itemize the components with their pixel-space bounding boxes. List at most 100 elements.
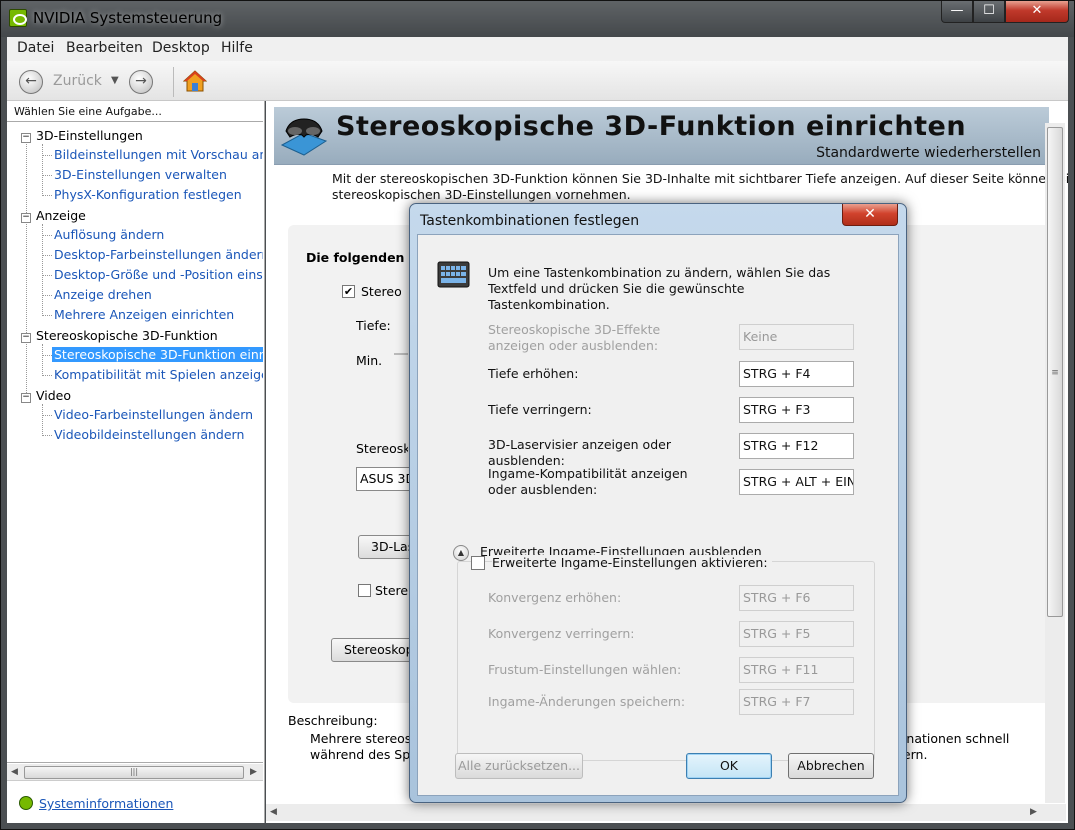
tree-category-display[interactable]: − Anzeige	[21, 208, 86, 223]
title-bar[interactable]: NVIDIA Systemsteuerung — ☐ ✕	[1, 1, 1074, 37]
tree-item-video-color[interactable]: Video-Farbeinstellungen ändern	[54, 407, 253, 422]
reset-all-button[interactable]: Alle zurücksetzen...	[455, 753, 583, 779]
hotkey-field-frustum: STRG + F11	[739, 657, 854, 683]
keyboard-icon	[437, 261, 470, 288]
content-vertical-scrollbar[interactable]: ≡	[1045, 123, 1065, 803]
enable-stereo-label: Stereosko	[361, 284, 401, 299]
hotkey-field-depth-increase[interactable]: STRG + F4	[739, 361, 854, 387]
page-title: Stereoskopische 3D-Funktion einrichten	[336, 111, 967, 142]
advanced-settings-checkbox-label[interactable]: Erweiterte Ingame-Einstellungen aktivier…	[492, 555, 772, 570]
hotkey-label-frustum: Frustum-Einstellungen wählen:	[488, 662, 682, 677]
secondary-checkbox[interactable]	[358, 584, 371, 597]
scroll-thumb[interactable]: |||	[24, 766, 244, 779]
scroll-left-icon[interactable]: ◀	[270, 807, 277, 817]
minimize-button[interactable]: —	[941, 1, 973, 23]
scroll-left-icon[interactable]: ◀	[11, 767, 18, 777]
hotkey-field-depth-decrease[interactable]: STRG + F3	[739, 397, 854, 423]
tree-item-desktop-color[interactable]: Desktop-Farbeinstellungen ändern	[54, 247, 263, 262]
task-panel: Wählen Sie eine Aufgabe... −3D-Einstellu…	[7, 101, 265, 823]
maximize-button[interactable]: ☐	[973, 1, 1005, 23]
dialog-intro-text: Um eine Tastenkombination zu ändern, wäh…	[488, 265, 831, 312]
collapse-icon[interactable]: −	[21, 213, 31, 223]
dialog-title: Tastenkombinationen festlegen	[420, 213, 640, 229]
stereo-action-button[interactable]: Stereoskop	[331, 638, 413, 662]
page-intro: Mit der stereoskopischen 3D-Funktion kön…	[332, 171, 1068, 202]
scroll-thumb[interactable]: ≡	[1047, 127, 1063, 617]
tree-category-3d-settings[interactable]: −3D-Einstellungen	[21, 128, 143, 143]
cancel-button[interactable]: Abbrechen	[788, 753, 874, 779]
dialog-close-button[interactable]: ✕	[842, 204, 898, 226]
tree-item-manage-3d[interactable]: 3D-Einstellungen verwalten	[54, 167, 227, 182]
collapse-icon[interactable]: −	[21, 133, 31, 143]
system-info-link[interactable]: Systeminformationen	[19, 796, 173, 811]
hotkey-field-convergence-decrease: STRG + F5	[739, 621, 854, 647]
enable-stereo-checkbox[interactable]: ✔	[342, 285, 355, 298]
stereo-type-label: Stereosko	[356, 441, 408, 456]
menu-bar: Datei Bearbeiten Desktop Hilfe	[7, 37, 1068, 61]
menu-bearbeiten[interactable]: Bearbeiten	[66, 40, 143, 56]
toolbar-separator	[173, 67, 174, 97]
collapse-icon[interactable]: −	[21, 393, 31, 403]
advanced-settings-checkbox[interactable]	[471, 556, 485, 570]
collapse-icon[interactable]: −	[21, 333, 31, 343]
app-window: NVIDIA Systemsteuerung — ☐ ✕ Datei Bearb…	[0, 0, 1075, 830]
tree-item-multi-display[interactable]: Mehrere Anzeigen einrichten	[54, 307, 234, 322]
hotkey-label-convergence-decrease: Konvergenz verringern:	[488, 626, 635, 641]
tree-item-image-preview[interactable]: Bildeinstellungen mit Vorschau anpassen	[54, 147, 263, 162]
forward-arrow-icon[interactable]: →	[129, 70, 153, 94]
nvidia-app-icon	[9, 9, 27, 27]
hotkey-label-convergence-increase: Konvergenz erhöhen:	[488, 590, 622, 605]
description-label: Beschreibung:	[288, 713, 378, 728]
dialog-body: Um eine Tastenkombination zu ändern, wäh…	[417, 234, 899, 796]
hotkey-field-toggle-stereo: Keine	[739, 324, 854, 350]
task-panel-label: Wählen Sie eine Aufgabe...	[14, 105, 162, 118]
home-icon[interactable]	[183, 69, 207, 93]
tree-item-desktop-size[interactable]: Desktop-Größe und -Position einstellen	[54, 267, 263, 282]
scroll-right-icon[interactable]: ▶	[250, 767, 257, 777]
close-button[interactable]: ✕	[1005, 1, 1069, 23]
tree-item-physx[interactable]: PhysX-Konfiguration festlegen	[54, 187, 242, 202]
hotkey-label-depth-decrease: Tiefe verringern:	[488, 402, 592, 417]
hotkey-field-save-ingame: STRG + F7	[739, 689, 854, 715]
device-select[interactable]: ASUS 3D	[356, 467, 410, 491]
window-title: NVIDIA Systemsteuerung	[33, 9, 223, 27]
tree-category-video[interactable]: − Video	[21, 388, 71, 403]
hotkey-label-depth-increase: Tiefe erhöhen:	[488, 366, 579, 381]
tree-horizontal-scrollbar[interactable]: ◀ ||| ▶	[7, 764, 263, 781]
scroll-right-icon[interactable]: ▶	[1030, 807, 1037, 817]
tree-item-game-compat[interactable]: Kompatibilität mit Spielen anzeigen	[54, 367, 263, 382]
collapse-up-icon[interactable]: ▲	[453, 545, 469, 561]
depth-min-label: Min.	[356, 353, 383, 368]
task-tree: −3D-Einstellungen Bildeinstellungen mit …	[7, 121, 263, 763]
tree-category-stereo-3d[interactable]: − Stereoskopische 3D-Funktion	[21, 328, 218, 343]
toolbar: ← Zurück ▼ →	[7, 61, 1068, 101]
laser-sight-button[interactable]: 3D-Las	[358, 535, 412, 559]
restore-defaults-link[interactable]: Standardwerte wiederherstellen	[816, 145, 1041, 161]
tree-item-stereo-setup[interactable]: Stereoskopische 3D-Funktion einrichten	[52, 347, 263, 362]
hotkey-label-save-ingame: Ingame-Änderungen speichern:	[488, 694, 686, 709]
hotkey-field-game-compat[interactable]: STRG + ALT + EINF	[739, 469, 854, 495]
back-button-label[interactable]: Zurück	[53, 73, 102, 89]
hotkey-label-toggle-stereo: Stereoskopische 3D-Effekte anzeigen oder…	[488, 322, 661, 353]
history-dropdown-icon[interactable]: ▼	[111, 75, 119, 86]
hotkey-label-laser-sight: 3D-Laservisier anzeigen oder ausblenden:	[488, 437, 671, 468]
3d-glasses-icon	[280, 118, 328, 156]
menu-hilfe[interactable]: Hilfe	[221, 40, 253, 56]
tree-item-rotate[interactable]: Anzeige drehen	[54, 287, 152, 302]
hotkeys-dialog: Tastenkombinationen festlegen ✕ Um eine …	[409, 203, 907, 803]
page-banner: Stereoskopische 3D-Funktion einrichten S…	[274, 107, 1049, 165]
depth-label: Tiefe:	[356, 318, 391, 333]
back-arrow-icon[interactable]: ←	[19, 70, 43, 94]
secondary-checkbox-label: Stere	[375, 583, 409, 598]
depth-slider-track[interactable]	[394, 353, 408, 355]
ok-button[interactable]: OK	[686, 753, 772, 779]
hotkey-field-convergence-increase: STRG + F6	[739, 585, 854, 611]
tree-item-video-image[interactable]: Videobildeinstellungen ändern	[54, 427, 244, 442]
tree-item-resolution[interactable]: Auflösung ändern	[54, 227, 164, 242]
menu-datei[interactable]: Datei	[17, 40, 54, 56]
menu-desktop[interactable]: Desktop	[152, 40, 210, 56]
content-horizontal-scrollbar[interactable]: ◀ ▶	[266, 804, 1066, 821]
hotkey-label-game-compat: Ingame-Kompatibilität anzeigen oder ausb…	[488, 466, 688, 497]
hotkey-field-laser-sight[interactable]: STRG + F12	[739, 433, 854, 459]
system-info-icon	[19, 796, 33, 810]
